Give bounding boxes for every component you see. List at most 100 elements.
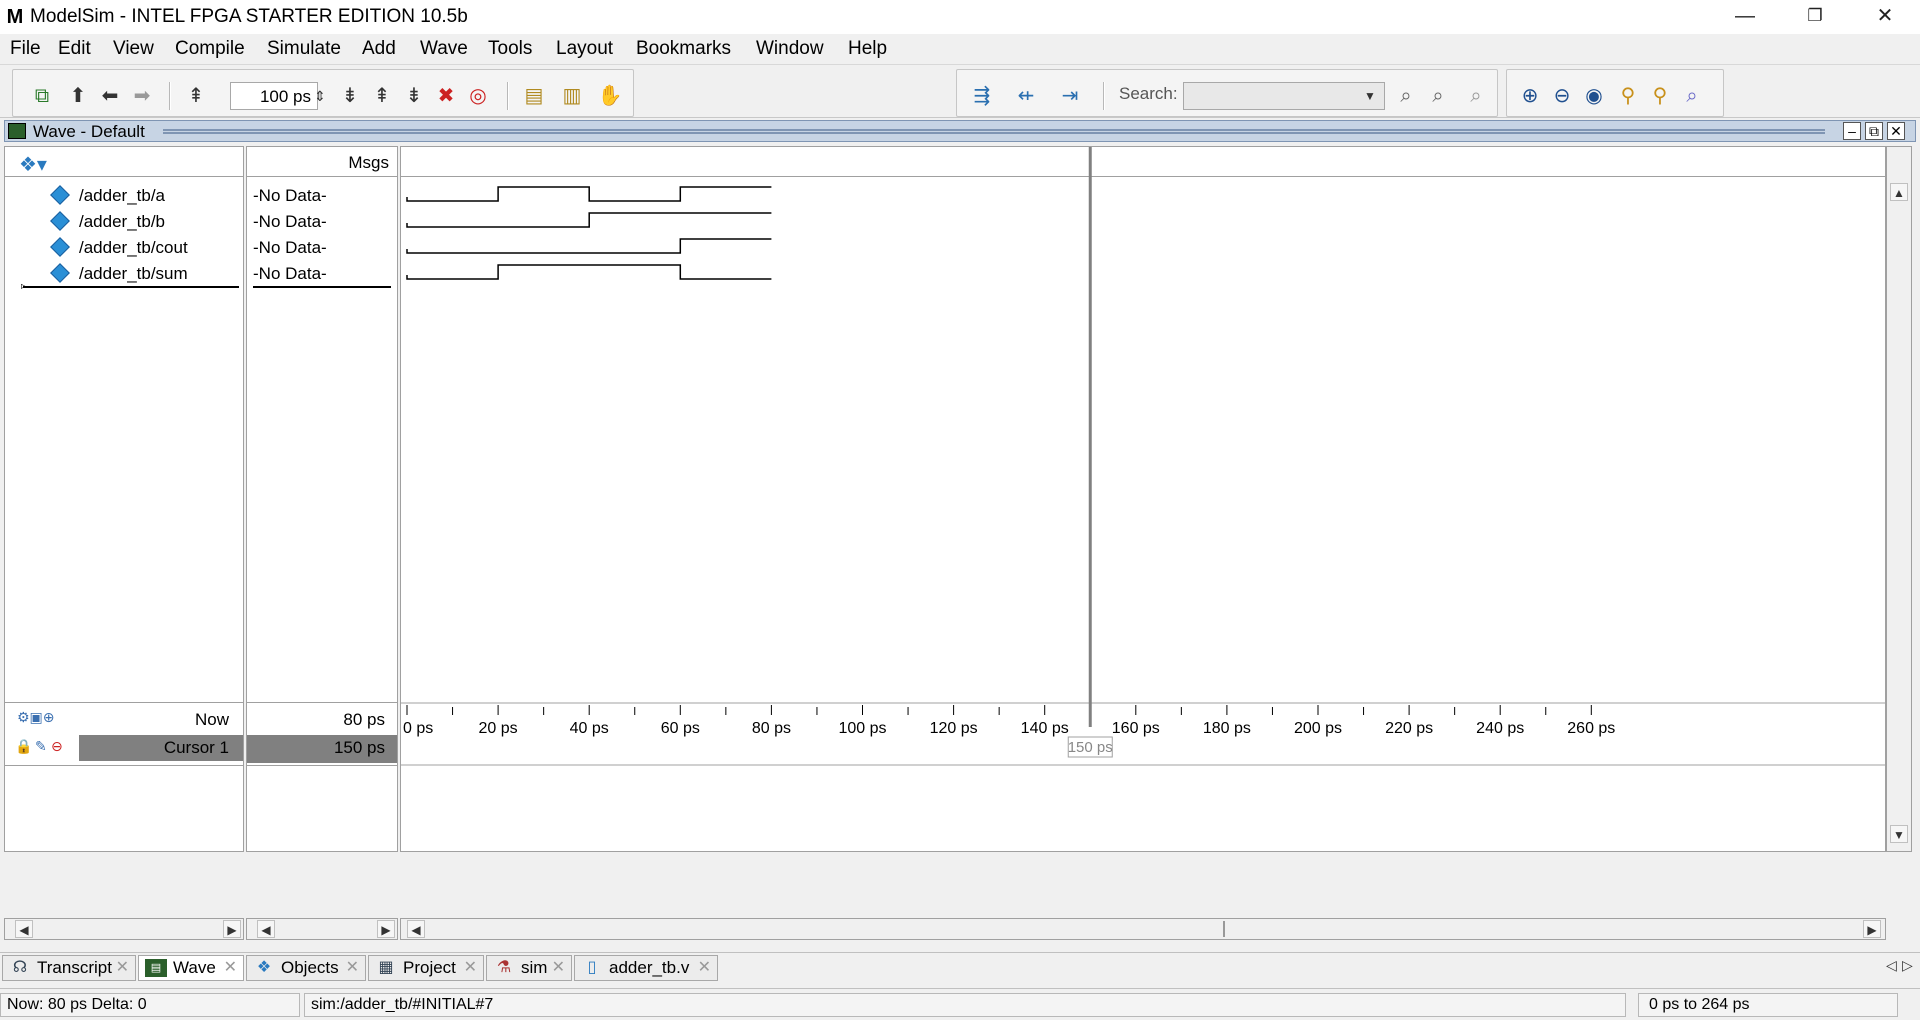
- scroll-right-button[interactable]: ▶: [223, 920, 241, 938]
- scroll-up-button[interactable]: ▲: [1890, 183, 1908, 201]
- pane-undock-button[interactable]: ⧉: [1865, 122, 1883, 140]
- run-all-icon[interactable]: ⇟: [401, 83, 427, 109]
- continue-icon[interactable]: ⇞: [369, 83, 395, 109]
- search-input[interactable]: [1183, 82, 1385, 110]
- step-over-icon[interactable]: ▥: [559, 83, 585, 109]
- names-footer-divider: [5, 765, 243, 766]
- signal-row[interactable]: /adder_tb/sum: [5, 261, 243, 287]
- find-previous-icon[interactable]: ⌕: [1393, 83, 1419, 109]
- menu-edit[interactable]: Edit: [58, 38, 91, 60]
- tab-close-icon[interactable]: ✕: [224, 956, 237, 980]
- tab-close-icon[interactable]: ✕: [698, 956, 711, 980]
- zoom-full-icon[interactable]: ◉: [1581, 83, 1607, 109]
- wave-horizontal-scrollbar[interactable]: ◀ ▶: [400, 918, 1886, 940]
- pane-minimize-button[interactable]: –: [1843, 122, 1861, 140]
- tab-scroll-right-icon[interactable]: ▷: [1902, 957, 1913, 974]
- tab-transcript[interactable]: ☊ Transcript ✕: [2, 955, 136, 981]
- tab-sim[interactable]: ⚗ sim ✕: [486, 955, 572, 981]
- cursor-lock-icon[interactable]: 🔒: [15, 738, 32, 755]
- signal-value-row[interactable]: -No Data-: [247, 183, 397, 209]
- menu-view[interactable]: View: [113, 38, 154, 60]
- run-length-icon[interactable]: ⇞: [183, 83, 209, 109]
- wave-pane-header: Wave - Default – ⧉ ✕: [4, 120, 1916, 142]
- ruler-tick-label: 180 ps: [1203, 720, 1251, 737]
- tab-project[interactable]: ▦ Project ✕: [368, 955, 484, 981]
- simulation-toolbar-group: ⧉ ⬆ ⬅ ➡ ⇞ 100 ps ⇕ ⇟ ⇞ ⇟ ✖ ◎ ▤ ▥ ✋: [12, 69, 634, 117]
- run-length-spinner-icon[interactable]: ⇕: [307, 83, 333, 109]
- tab-wave[interactable]: ▤ Wave ✕: [138, 955, 244, 981]
- vertical-scrollbar[interactable]: ▲ ▼: [1886, 146, 1912, 852]
- menu-simulate[interactable]: Simulate: [267, 38, 341, 60]
- signal-value-row[interactable]: -No Data-: [247, 209, 397, 235]
- pane-close-button[interactable]: ✕: [1887, 122, 1905, 140]
- tab-objects[interactable]: ❖ Objects ✕: [246, 955, 366, 981]
- cursor-value-row[interactable]: 150 ps: [247, 735, 397, 763]
- menu-tools[interactable]: Tools: [488, 38, 532, 60]
- break-icon[interactable]: ✖: [433, 83, 459, 109]
- minimize-button[interactable]: —: [1710, 0, 1780, 34]
- forward-arrow-icon[interactable]: ➡: [129, 83, 155, 109]
- pane-drag-grip[interactable]: [163, 129, 1825, 134]
- close-button[interactable]: ✕: [1850, 0, 1920, 34]
- collapse-icon[interactable]: ⇷: [1013, 83, 1039, 109]
- restore-button[interactable]: ❐: [1780, 0, 1850, 34]
- run-icon[interactable]: ⇟: [337, 83, 363, 109]
- scroll-right-button[interactable]: ▶: [1863, 920, 1881, 938]
- cursor-edit-icon[interactable]: ✎: [35, 738, 47, 755]
- menu-compile[interactable]: Compile: [175, 38, 245, 60]
- hand-icon[interactable]: ✋: [597, 83, 623, 109]
- back-arrow-icon[interactable]: ⬅: [97, 83, 123, 109]
- zoom-out-icon[interactable]: ⊖: [1549, 83, 1575, 109]
- tab-scroll-left-icon[interactable]: ◁: [1886, 957, 1897, 974]
- zoom-last-icon[interactable]: ⌕: [1679, 83, 1705, 109]
- now-row: ⚙▣⊕ Now: [5, 707, 243, 735]
- zoom-in-icon[interactable]: ⊕: [1517, 83, 1543, 109]
- scroll-left-button[interactable]: ◀: [15, 920, 33, 938]
- restart-icon[interactable]: ⧉: [29, 83, 55, 109]
- scroll-down-button[interactable]: ▼: [1890, 825, 1908, 843]
- find-next-icon[interactable]: ⌕: [1425, 83, 1451, 109]
- menu-add[interactable]: Add: [362, 38, 396, 60]
- tab-close-icon[interactable]: ✕: [552, 956, 565, 980]
- objects-menu-icon[interactable]: ❖▾: [19, 152, 47, 177]
- goto-icon[interactable]: ⇥: [1057, 83, 1083, 109]
- signal-row[interactable]: /adder_tb/b: [5, 209, 243, 235]
- menu-bookmarks[interactable]: Bookmarks: [636, 38, 731, 60]
- objects-icon: ❖: [256, 959, 272, 976]
- tab-close-icon[interactable]: ✕: [346, 956, 359, 980]
- zoom-cursor-icon[interactable]: ⚲: [1615, 83, 1641, 109]
- stop-icon[interactable]: ◎: [465, 83, 491, 109]
- run-length-input[interactable]: 100 ps: [230, 82, 318, 110]
- signal-value: -No Data-: [253, 264, 327, 283]
- signal-row[interactable]: /adder_tb/a: [5, 183, 243, 209]
- waveform-column[interactable]: 0 ps 20 ps 40 ps 60 ps 80 ps 100 ps 120 ps 140 …: [400, 146, 1886, 852]
- cursor-row[interactable]: 🔒 ✎ ⊖ Cursor 1: [5, 735, 243, 763]
- waveform-canvas[interactable]: 0 ps 20 ps 40 ps 60 ps 80 ps 100 ps 120 ps 140 …: [401, 147, 1885, 851]
- scroll-left-button[interactable]: ◀: [257, 920, 275, 938]
- scroll-right-button[interactable]: ▶: [377, 920, 395, 938]
- signal-row[interactable]: /adder_tb/cout: [5, 235, 243, 261]
- menu-layout[interactable]: Layout: [556, 38, 613, 60]
- tab-close-icon[interactable]: ✕: [464, 956, 477, 980]
- menu-help[interactable]: Help: [848, 38, 887, 60]
- menu-file[interactable]: File: [10, 38, 41, 60]
- names-horizontal-scrollbar[interactable]: ◀ ▶: [4, 918, 244, 940]
- step-icon[interactable]: ▤: [521, 83, 547, 109]
- signal-value-row[interactable]: -No Data-: [247, 235, 397, 261]
- msgs-horizontal-scrollbar[interactable]: ◀ ▶: [246, 918, 398, 940]
- signal-value-row[interactable]: -No Data-: [247, 261, 397, 287]
- tab-adder-tb-v[interactable]: ▯ adder_tb.v ✕: [574, 955, 718, 981]
- now-row-icons[interactable]: ⚙▣⊕: [17, 709, 55, 726]
- zoom-toolbar-group: ⊕ ⊖ ◉ ⚲ ⚲ ⌕: [1506, 69, 1724, 117]
- now-value: 80 ps: [343, 710, 385, 729]
- cursor-remove-icon[interactable]: ⊖: [51, 738, 63, 755]
- scroll-left-button[interactable]: ◀: [407, 920, 425, 938]
- find-options-icon[interactable]: ⌕: [1463, 83, 1489, 109]
- menu-wave[interactable]: Wave: [420, 38, 468, 60]
- tab-close-icon[interactable]: ✕: [116, 956, 129, 980]
- chevron-down-icon[interactable]: ▼: [1357, 83, 1383, 109]
- expand-icon[interactable]: ⇶: [969, 83, 995, 109]
- up-arrow-icon[interactable]: ⬆: [65, 83, 91, 109]
- menu-window[interactable]: Window: [756, 38, 824, 60]
- zoom-range-icon[interactable]: ⚲: [1647, 83, 1673, 109]
